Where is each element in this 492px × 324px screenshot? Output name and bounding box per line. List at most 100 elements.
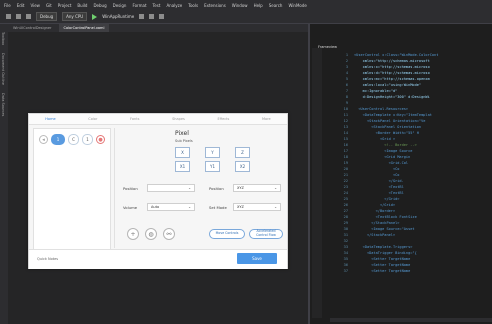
save-icon[interactable] [6,14,11,19]
code-text: mc:Ignorable="d" [354,89,398,93]
code-text: xmlns:d="http://schemas.microso [354,71,430,75]
layer-list[interactable]: ◂ 1 C 1 ● [33,128,111,250]
horizontal-scrollbar[interactable] [330,318,492,322]
layout-icon[interactable] [159,14,165,19]
side-tool-document-outline[interactable]: Document Outline [1,53,5,85]
code-text: <Image Source="Asset [354,227,415,231]
globe-icon[interactable]: ◍ [145,228,157,240]
subpixel-y1[interactable]: Y1 [205,161,220,172]
card-footer: Quick Notes Save [29,249,287,269]
platform-dropdown[interactable]: Any CPU [62,12,88,21]
code-text: <TextBl [354,185,404,189]
toolbar: Debug Any CPU WinAppRuntime [0,10,492,24]
line-number: 37 [343,269,348,273]
code-text: <Setter TargetName [354,257,411,261]
save-button[interactable]: Save [237,253,277,264]
side-tool-toolbox[interactable]: Toolbox [1,32,5,45]
run-target[interactable]: WinAppRuntime [102,14,134,19]
control-flow-button[interactable]: Accelerated Control Flow [249,229,283,239]
chevron-down-icon: ⌄ [274,205,277,209]
position-xyz-select[interactable]: XYZ ⌄ [233,184,281,192]
card-tab-effects[interactable]: Effects [217,117,229,121]
menu-item-winmode[interactable]: WinMode [288,3,306,8]
menu-item-extensions[interactable]: Extensions [204,3,226,8]
card-tab-shapes[interactable]: Shapes [172,117,185,121]
menu-item-build[interactable]: Build [77,3,87,8]
set-mode-select[interactable]: XYZ ⌄ [233,203,281,211]
hot-reload-icon[interactable] [149,14,155,19]
config-dropdown[interactable]: Debug [36,12,58,21]
select-value: Auto [151,205,160,209]
volume-select[interactable]: Auto ⌄ [147,203,195,211]
debug-icon[interactable] [139,14,145,19]
card-tab-home[interactable]: Home [45,117,55,121]
menu-item-analyze[interactable]: Analyze [166,3,182,8]
code-text: <Border Width="55" H [354,131,419,135]
record-icon[interactable]: ● [96,135,105,144]
menu-item-search[interactable]: Search [269,3,283,8]
menu-item-help[interactable]: Help [254,3,263,8]
menu-item-window[interactable]: Window [232,3,248,8]
code-text: <UserControl x:Class="WinMode.ColorCont [354,53,439,57]
code-text: <TextBlock FontSize [354,215,417,219]
field-label: Position [123,186,138,191]
chevron-down-icon: ⌄ [188,205,191,209]
code-text: xmlns:local="using:WinMode" [354,83,422,87]
designer-tabs: WinUIControlDesigner ColorControlPanel.x… [8,24,308,32]
subpixel-y[interactable]: Y [205,147,220,158]
share-icon[interactable]: ⚯ [163,228,175,240]
menu-item-format[interactable]: Format [132,3,146,8]
code-view[interactable]: 1 <UserControl x:Class="WinMode.ColorCont… [334,52,492,324]
card-tab-color[interactable]: Color [88,117,97,121]
code-text: </Grid. [354,179,404,183]
divider [114,128,115,248]
segment-two[interactable]: 1 [82,134,93,145]
redo-icon[interactable] [26,14,31,19]
first-icon[interactable]: ◂ [39,135,48,144]
tab-color-control[interactable]: ColorControlPanel.xaml [58,24,110,32]
subpixel-x1[interactable]: X1 [175,161,190,172]
code-text: <Co [354,173,400,177]
menu-item-file[interactable]: File [4,3,11,8]
subpixel-z[interactable]: Z [235,147,250,158]
code-text: <Grid Margin [354,155,411,159]
menu-item-tools[interactable]: Tools [188,3,198,8]
segment-one[interactable]: 1 [51,134,65,145]
select-value: XYZ [237,186,244,190]
code-text: </StackPanel> [354,233,396,237]
tab-designer[interactable]: WinUIControlDesigner [8,24,57,32]
footer-text: Quick Notes [37,257,59,261]
move-controls-button[interactable]: Move Controls [209,229,245,239]
position-select[interactable]: ⌄ [147,184,195,192]
menu-bar: File Edit View Git Project Build Debug Design Fo… [0,0,492,10]
menu-item-test[interactable]: Test [153,3,161,8]
subpixel-x[interactable]: X [175,147,190,158]
menu-item-design[interactable]: Design [113,3,127,8]
card-tab-fonts[interactable]: Fonts [130,117,139,121]
color-control-card: Home Color Fonts Shapes Effects More ◂ 1 C 1 … [28,113,288,269]
run-icon[interactable] [92,13,98,20]
undo-icon[interactable] [16,14,21,19]
menu-item-edit[interactable]: Edit [17,3,25,8]
field-label: Set Mode [209,205,227,210]
segment-c[interactable]: C [68,134,79,145]
subpixel-x2[interactable]: X2 [235,161,250,172]
code-text: </StackPanel> [354,221,400,225]
card-tab-more[interactable]: More [262,117,271,121]
menu-item-view[interactable]: View [30,3,40,8]
editor-gutter [312,48,322,318]
menu-item-git[interactable]: Git [46,3,52,8]
add-icon[interactable]: + [127,228,139,240]
code-text: xmlns="http://schemas.microsoft [354,59,430,63]
code-text: <UserControl.Resources> [354,107,409,111]
code-text: </Border> [354,209,396,213]
code-text: xmlns:x="http://schemas.microso [354,65,430,69]
code-text: <Setter TargetName [354,263,411,267]
field-label: Volume [123,205,138,210]
code-text: <Grid > [354,137,396,141]
code-text: </Grid> [354,197,400,201]
menu-item-project[interactable]: Project [58,3,72,8]
side-tool-data-sources[interactable]: Data Sources [1,93,5,116]
code-text: xmlns:mc="http://schemas.openxm [354,77,430,81]
menu-item-debug[interactable]: Debug [93,3,106,8]
